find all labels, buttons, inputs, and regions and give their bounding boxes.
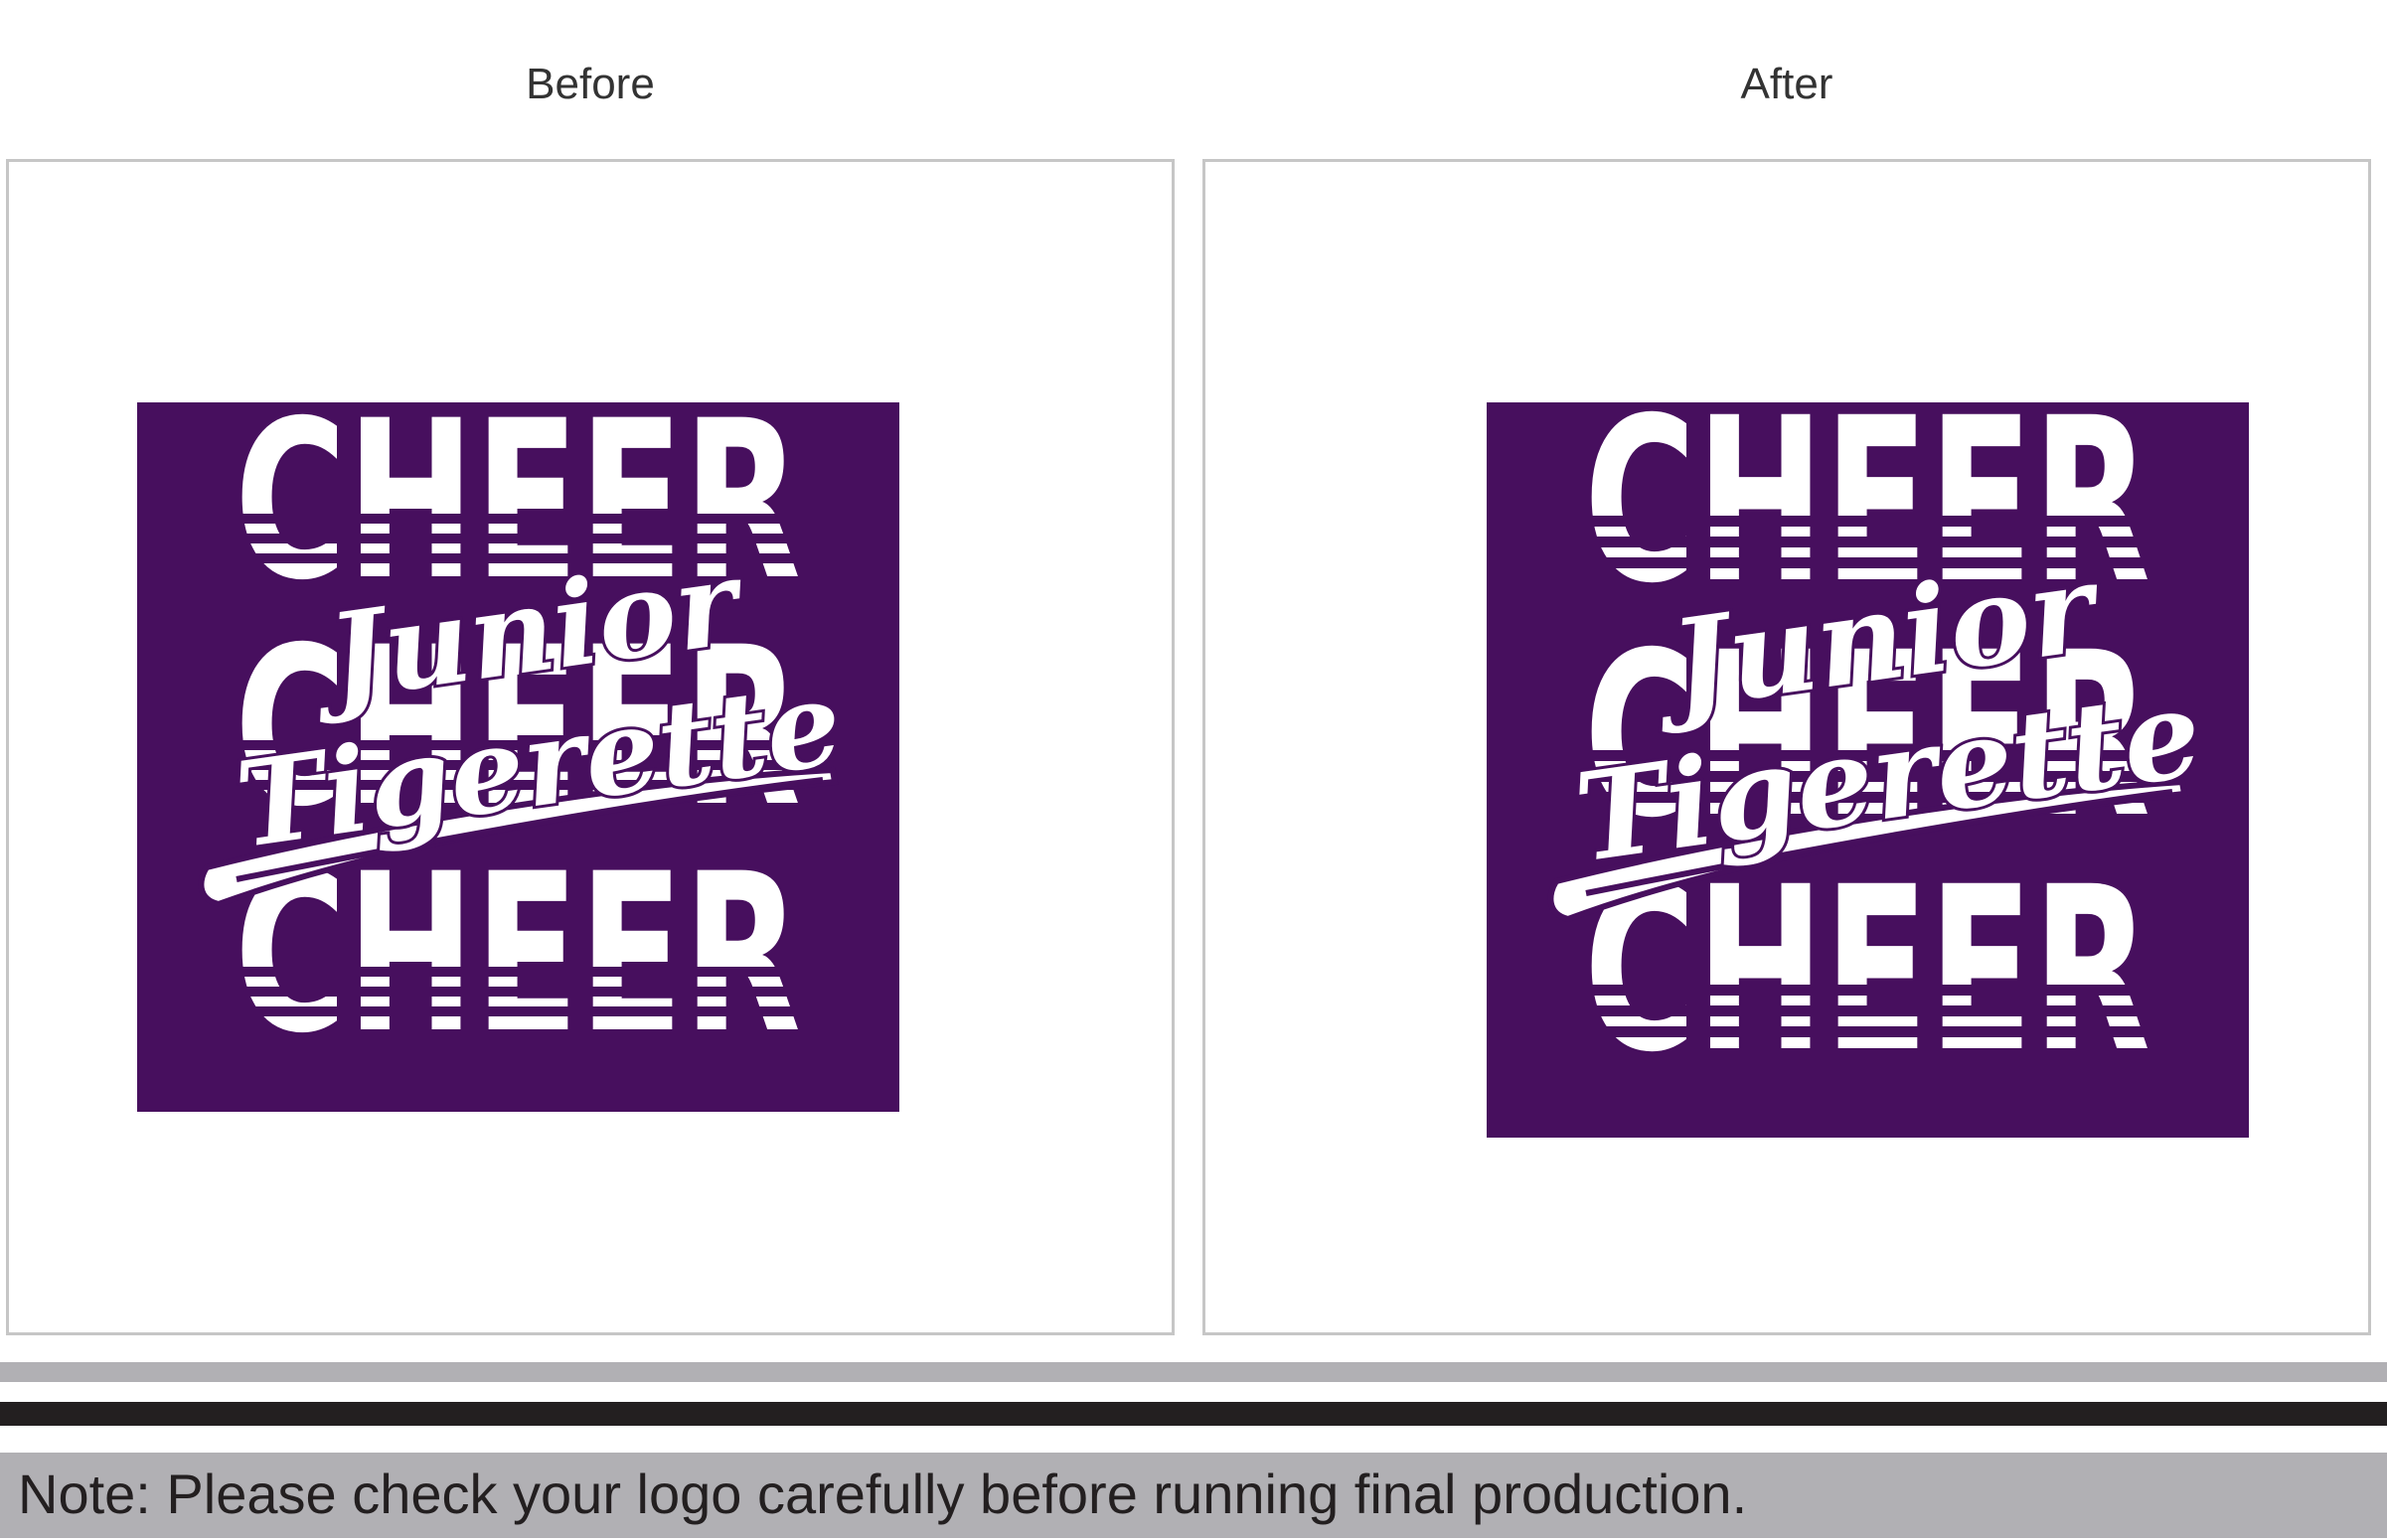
after-panel: CHEER CHEER CHEER Junior Tigerette <box>1202 159 2371 1335</box>
footer-black-stripe <box>0 1402 2387 1426</box>
logo-graphic: CHEER CHEER CHEER Junior Tigerette <box>198 402 853 1081</box>
production-note: Note: Please check your logo carefully b… <box>18 1463 1748 1525</box>
after-title: After <box>1740 60 1833 108</box>
footer-gray-stripe <box>0 1362 2387 1382</box>
before-logo-artwork: CHEER CHEER CHEER Junior Tigerette <box>137 402 899 1112</box>
after-logo-artwork: CHEER CHEER CHEER Junior Tigerette <box>1487 402 2249 1138</box>
before-title: Before <box>526 60 655 108</box>
logo-graphic: CHEER CHEER CHEER Junior Tigerette <box>1547 402 2212 1102</box>
note-bar: Note: Please check your logo carefully b… <box>0 1453 2387 1538</box>
before-panel: CHEER CHEER CHEER Junior Tigerette <box>6 159 1175 1335</box>
